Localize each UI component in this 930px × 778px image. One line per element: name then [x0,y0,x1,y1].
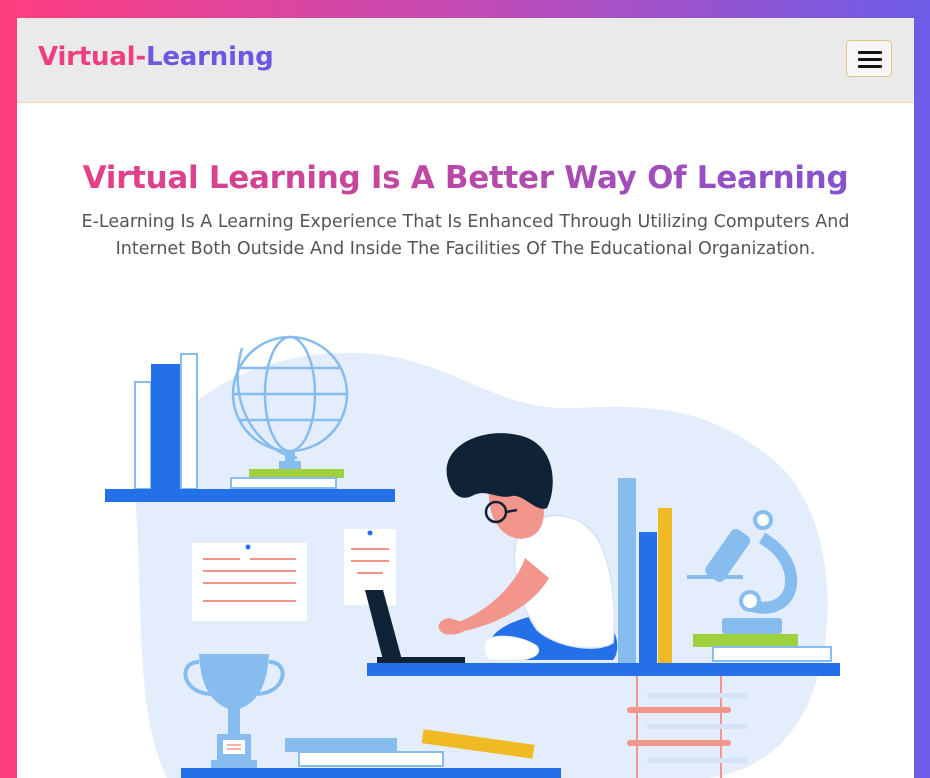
book-green-right [693,634,798,647]
book-blue [151,364,181,489]
laptop-base [377,657,465,663]
book-green-stack [249,469,344,478]
ladder-rung-2 [627,740,731,746]
book-tall-yellow [658,508,672,663]
shelf-main [367,663,840,676]
book-outline-right [180,353,198,490]
book-outline-left [134,381,152,490]
shelf-bottom [181,768,561,778]
shelf-top-left [105,489,395,502]
ladder-rung-1 [627,707,731,713]
book-tall-light [618,478,636,663]
book-tall-blue [639,532,657,663]
student-with-laptop-illustration [105,335,840,778]
page-card: Virtual-Learning Virtual Learning Is A B… [17,18,914,778]
book-bottom-light [285,738,397,752]
